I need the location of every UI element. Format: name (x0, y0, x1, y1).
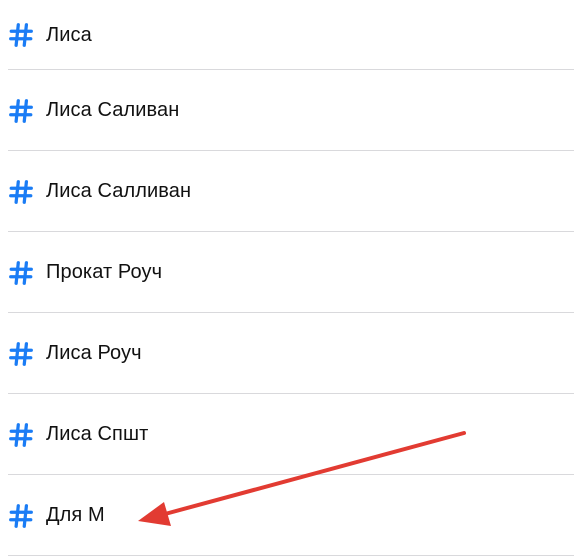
hashtag-item-lisa-sallivan[interactable]: Лиса Салливан (0, 151, 574, 232)
hashtag-icon (9, 341, 33, 366)
hashtag-list: Лиса Лиса Саливан Лиса Салливан Прокат Р… (0, 0, 574, 556)
hashtag-item-lisa-spsht[interactable]: Лиса Спшт (0, 394, 574, 475)
hashtag-label: Лиса Спшт (46, 423, 149, 445)
hashtag-icon (9, 503, 33, 528)
hashtag-icon (9, 98, 33, 123)
hashtag-label: Прокат Роуч (46, 261, 163, 283)
hashtag-label: Лиса Роуч (46, 342, 142, 364)
hashtag-item-prokat-rouch[interactable]: Прокат Роуч (0, 232, 574, 313)
hashtag-label: Лиса Салливан (46, 180, 192, 202)
hashtag-icon (9, 260, 33, 285)
hashtag-label: Лиса (46, 23, 92, 46)
hashtag-label: Лиса Саливан (46, 99, 180, 121)
hashtag-icon (9, 422, 33, 447)
hashtag-item-lisa[interactable]: Лиса (0, 0, 574, 70)
hashtag-label: Для М (46, 504, 105, 526)
hashtag-item-lisa-rouch[interactable]: Лиса Роуч (0, 313, 574, 394)
hashtag-icon (9, 179, 33, 204)
hashtag-item-dlya-m[interactable]: Для М (0, 475, 574, 556)
hashtag-item-lisa-salivan[interactable]: Лиса Саливан (0, 70, 574, 151)
hashtag-icon (9, 23, 33, 47)
